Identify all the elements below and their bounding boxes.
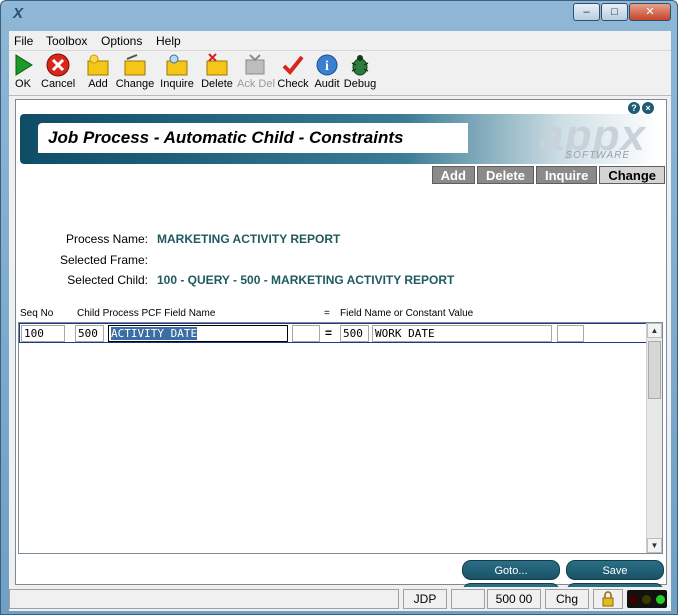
col-child-field: Child Process PCF Field Name [77, 308, 216, 319]
scroll-down-icon[interactable]: ▼ [647, 538, 662, 553]
inquire-folder-icon [165, 53, 189, 77]
mode-tabs: Add Delete Inquire Change [430, 166, 665, 184]
green-light-icon [655, 594, 665, 604]
cancel-button[interactable]: Cancel [41, 53, 75, 93]
red-light-icon [629, 594, 639, 604]
selected-child-value: 100 - QUERY - 500 - MARKETING ACTIVITY R… [157, 273, 455, 287]
mode-change[interactable]: Change [599, 166, 665, 184]
debug-button[interactable]: Debug [343, 53, 377, 93]
title-bar[interactable]: X – □ ✕ [1, 1, 677, 29]
scroll-thumb[interactable] [648, 341, 661, 399]
client-area: File Toolbox Options Help OK Cancel Add … [9, 31, 671, 611]
col-seq-no: Seq No [20, 308, 54, 319]
menu-bar: File Toolbox Options Help [9, 31, 671, 51]
check-button[interactable]: Check [277, 53, 309, 93]
inquire-button[interactable]: Inquire [159, 53, 195, 93]
child-field-name-input[interactable]: ACTIVITY DATE [108, 325, 288, 342]
child-app-field[interactable]: 500 [75, 325, 104, 342]
appx-logo-icon: X [12, 5, 23, 22]
status-version: 500 00 [487, 589, 541, 609]
status-mode: Chg [545, 589, 589, 609]
mode-delete[interactable]: Delete [476, 166, 534, 184]
col-field-or-constant: Field Name or Constant Value [340, 308, 474, 319]
status-user: JDP [403, 589, 447, 609]
child-extra-field[interactable] [292, 325, 320, 342]
close-icon[interactable]: ✕ [629, 3, 671, 21]
change-button[interactable]: Change [115, 53, 155, 93]
extra-field[interactable] [557, 325, 584, 342]
mode-add[interactable]: Add [431, 166, 475, 184]
menu-toolbox[interactable]: Toolbox [46, 34, 87, 48]
title-box: Job Process - Automatic Child - Constrai… [38, 123, 468, 153]
ok-arrow-icon [11, 53, 35, 77]
scroll-up-icon[interactable]: ▲ [647, 323, 662, 338]
status-message [9, 589, 399, 609]
mode-inquire[interactable]: Inquire [535, 166, 598, 184]
selected-frame-label: Selected Frame: [59, 253, 148, 267]
table-row[interactable]: 100 500 ACTIVITY DATE = 500 WORK DATE [19, 323, 647, 343]
selected-child-label: Selected Child: [67, 273, 148, 287]
yellow-light-icon [642, 594, 652, 604]
delete-button[interactable]: Delete [199, 53, 235, 93]
window-controls: – □ ✕ [572, 3, 671, 21]
add-folder-icon [86, 53, 110, 77]
app-field[interactable]: 500 [340, 325, 369, 342]
maximize-icon[interactable]: □ [601, 3, 628, 21]
title-banner: Job Process - Automatic Child - Constrai… [20, 114, 660, 164]
cancel-x-icon [46, 53, 70, 77]
vertical-scrollbar[interactable]: ▲ ▼ [646, 323, 662, 553]
audit-button[interactable]: i Audit [313, 53, 341, 93]
ack-delete-icon [243, 53, 267, 77]
seq-no-field[interactable]: 100 [21, 325, 65, 342]
bug-icon [348, 53, 372, 77]
field-or-constant-input[interactable]: WORK DATE [372, 325, 552, 342]
menu-help[interactable]: Help [156, 34, 181, 48]
add-button[interactable]: Add [85, 53, 111, 93]
menu-file[interactable]: File [14, 34, 33, 48]
page-title: Job Process - Automatic Child - Constrai… [48, 128, 404, 147]
app-window: X – □ ✕ File Toolbox Options Help OK Can… [0, 0, 678, 615]
change-folder-icon [123, 53, 147, 77]
process-name-label: Process Name: [65, 232, 148, 246]
ok-button[interactable]: OK [11, 53, 35, 93]
form-area: ? × Job Process - Automatic Child - Cons… [15, 99, 667, 603]
lock-icon [593, 589, 623, 609]
status-bar: JDP 500 00 Chg [9, 587, 671, 611]
goto-button[interactable]: Goto... [462, 560, 560, 580]
process-name-value: MARKETING ACTIVITY REPORT [157, 232, 341, 246]
appx-brand-sub: SOFTWARE [565, 150, 630, 161]
save-button[interactable]: Save [566, 560, 664, 580]
col-equals: = [324, 308, 330, 319]
equals-sign: = [325, 326, 333, 340]
menu-options[interactable]: Options [101, 34, 142, 48]
checkmark-icon [281, 53, 305, 77]
ack-delete-button[interactable]: Ack Del [237, 53, 275, 93]
status-blank [451, 589, 485, 609]
toolbar: OK Cancel Add Change Inquire Delete Ack … [9, 51, 671, 96]
status-lights-icon [627, 590, 667, 608]
info-icon: i [315, 53, 339, 77]
constraints-grid: 100 500 ACTIVITY DATE = 500 WORK DATE ▲ … [18, 322, 663, 554]
svg-text:i: i [325, 59, 329, 74]
child-field-name-value: ACTIVITY DATE [111, 327, 198, 340]
delete-folder-icon [205, 53, 229, 77]
minimize-icon[interactable]: – [573, 3, 600, 21]
